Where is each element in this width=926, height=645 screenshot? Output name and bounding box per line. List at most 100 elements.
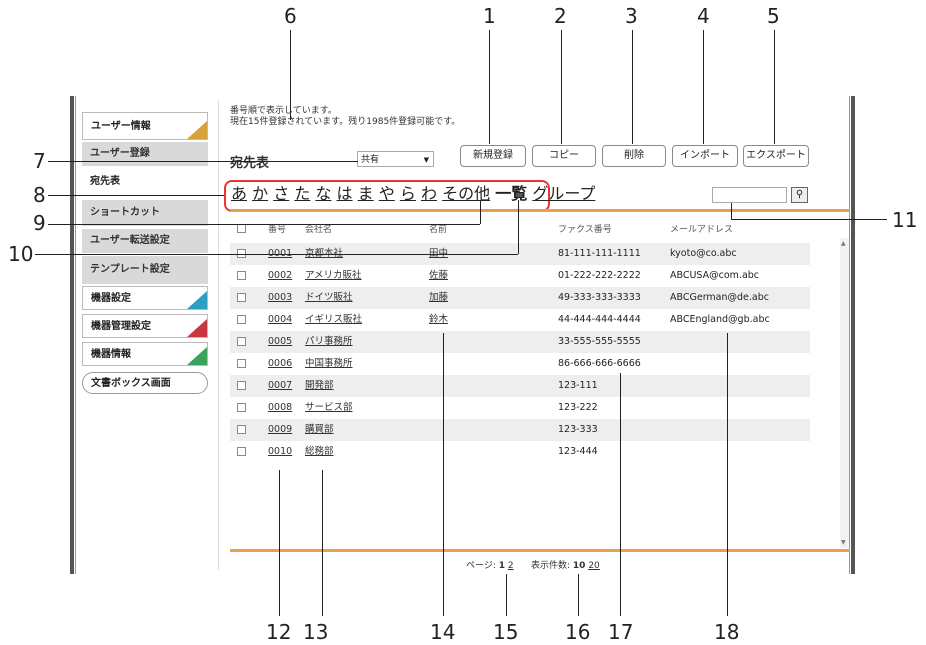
page-current: 1 [498,561,505,571]
row-company-link[interactable]: サービス部 [305,402,353,414]
row-email: kyoto@co.abc [670,248,737,259]
row-company-link[interactable]: 総務部 [305,446,334,458]
kana-tab-ma[interactable]: ま [358,184,374,203]
row-number-link[interactable]: 0005 [268,336,292,348]
sidebar-item-template[interactable]: テンプレート設定 [82,256,208,284]
new-register-button[interactable]: 新規登録 [460,145,526,167]
kana-tab-na[interactable]: な [315,184,331,203]
row-number-link[interactable]: 0008 [268,402,292,414]
callout-9-riser [480,200,481,224]
sidebar-item-shortcut[interactable]: ショートカット [82,200,208,226]
row-number-link[interactable]: 0009 [268,424,292,436]
sidebar-item-user-info[interactable]: ユーザー情報 [82,112,208,140]
document-box-button[interactable]: 文書ボックス画面 [82,372,208,394]
kana-tab-list[interactable]: 一覧 [495,184,527,203]
row-checkbox[interactable] [237,403,246,412]
sidebar-item-label: ユーザー登録 [90,148,150,159]
table-row[interactable]: 0007 開発部 123-111 [230,375,810,397]
sidebar-divider [218,100,219,570]
row-fax: 33-555-555-5555 [558,336,641,347]
row-number-link[interactable]: 0002 [268,270,292,282]
sidebar-item-device-info[interactable]: 機器情報 [82,342,208,366]
row-company-link[interactable]: 開発部 [305,380,334,392]
callout-7: 7 [33,149,46,173]
row-checkbox[interactable] [237,359,246,368]
status-line-2: 現在15件登録されています。残り1985件登録可能です。 [230,117,461,127]
export-button[interactable]: エクスポート [743,145,809,167]
row-company-link[interactable]: 中国事務所 [305,358,353,370]
kana-tab-ha[interactable]: は [337,184,353,203]
search-icon[interactable]: ⚲ [791,187,808,203]
scroll-up-icon[interactable]: ▲ [841,240,846,247]
scrollbar[interactable]: ▲ ▼ [840,238,849,548]
kana-tab-sa[interactable]: さ [273,184,289,203]
kana-tab-ta[interactable]: た [294,184,310,203]
search-input[interactable] [712,187,787,203]
table-row[interactable]: 0005 パリ事務所 33-555-555-5555 [230,331,810,353]
corner-accent-icon [187,121,207,139]
row-checkbox[interactable] [237,447,246,456]
row-number-link[interactable]: 0007 [268,380,292,392]
table-row[interactable]: 0008 サービス部 123-222 [230,397,810,419]
kana-tab-ra[interactable]: ら [400,184,416,203]
row-number-link[interactable]: 0004 [268,314,292,326]
filter-select[interactable]: 共有 ▼ [357,151,434,167]
callout-9: 9 [33,211,46,235]
callout-13-line [322,470,323,616]
table-row[interactable]: 0009 購買部 123-333 [230,419,810,441]
row-checkbox[interactable] [237,315,246,324]
row-checkbox[interactable] [237,381,246,390]
row-checkbox[interactable] [237,337,246,346]
sidebar-item-device-mgmt[interactable]: 機器管理設定 [82,314,208,338]
row-company-link[interactable]: アメリカ販社 [305,270,362,282]
count-link-20[interactable]: 20 [588,561,599,571]
row-name-link[interactable]: 鈴木 [429,314,448,326]
callout-1: 1 [483,4,496,28]
table-row[interactable]: 0002 アメリカ販社 佐藤 01-222-222-2222 ABCUSA@com.ab… [230,265,810,287]
kana-tab-ka[interactable]: か [252,184,268,203]
row-checkbox[interactable] [237,271,246,280]
callout-5-line [774,30,775,144]
copy-button[interactable]: コピー [532,145,596,167]
scroll-down-icon[interactable]: ▼ [841,539,846,546]
row-fax: 123-111 [558,380,598,391]
row-checkbox[interactable] [237,425,246,434]
callout-4: 4 [697,4,710,28]
row-fax: 123-333 [558,424,598,435]
row-company-link[interactable]: パリ事務所 [305,336,353,348]
row-name-link[interactable]: 加藤 [429,292,448,304]
table-row[interactable]: 0010 総務部 123-444 [230,441,810,463]
row-number-link[interactable]: 0006 [268,358,292,370]
row-checkbox[interactable] [237,293,246,302]
row-company-link[interactable]: ドイツ販社 [305,292,353,304]
kana-tab-wa[interactable]: わ [421,184,437,203]
kana-tab-group[interactable]: グループ [532,184,595,203]
kana-tab-a[interactable]: あ [231,184,247,203]
callout-14: 14 [430,620,456,644]
callout-7-line [48,161,358,162]
pager: ページ: 1 2 [466,558,514,571]
select-all-checkbox[interactable] [237,224,246,233]
table-row[interactable]: 0006 中国事務所 86-666-666-6666 [230,353,810,375]
sidebar-item-user-register[interactable]: ユーザー登録 [82,142,208,166]
sidebar-item-label: ショートカット [90,207,160,218]
row-company-link[interactable]: 購買部 [305,424,334,436]
row-number-link[interactable]: 0010 [268,446,292,458]
kana-tab-other[interactable]: その他 [442,184,490,203]
delete-button[interactable]: 削除 [602,145,666,167]
row-company-link[interactable]: イギリス販社 [305,314,362,326]
sidebar-item-user-forward[interactable]: ユーザー転送設定 [82,229,208,253]
sidebar-item-address-book[interactable]: 宛先表 [82,170,208,194]
table-row[interactable]: 0003 ドイツ販社 加藤 49-333-333-3333 ABCGerman@de.a… [230,287,810,309]
window-frame-left [70,96,74,574]
page-link-2[interactable]: 2 [508,561,514,571]
table-row[interactable]: 0004 イギリス販社 鈴木 44-444-444-4444 ABCEngland@gb… [230,309,810,331]
kana-tab-ya[interactable]: や [379,184,395,203]
import-button[interactable]: インポート [672,145,738,167]
row-email: ABCEngland@gb.abc [670,314,770,325]
sidebar-item-device-settings[interactable]: 機器設定 [82,286,208,310]
window-frame-left-inner [75,96,76,574]
row-number-link[interactable]: 0003 [268,292,292,304]
row-name-link[interactable]: 佐藤 [429,270,448,282]
callout-17: 17 [608,620,634,644]
